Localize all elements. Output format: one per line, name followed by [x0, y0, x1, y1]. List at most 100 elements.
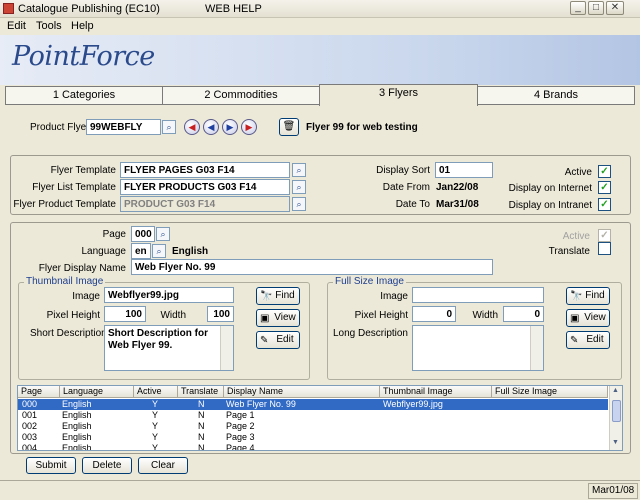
clear-button[interactable]: Clear [138, 457, 188, 474]
flyer-display-name-label: Flyer Display Name [38, 263, 126, 274]
column-header-language[interactable]: Language [60, 386, 134, 398]
full-edit-button[interactable]: ✎ Edit [566, 331, 610, 349]
table-row[interactable]: 002 English Y N Page 2 [18, 421, 608, 432]
product-flyer-input[interactable]: 99WEBFLY [86, 119, 161, 135]
page-input[interactable]: 000 [131, 226, 155, 242]
date-to-value[interactable]: Mar31/08 [436, 199, 479, 210]
thumb-height-input[interactable]: 100 [104, 306, 146, 322]
last-record-icon[interactable]: ▶ [241, 119, 257, 135]
search-icon[interactable]: ⌕ [292, 197, 306, 211]
column-header-translate[interactable]: Translate [178, 386, 224, 398]
short-description-textarea[interactable]: Short Description for Web Flyer 99. [104, 325, 234, 371]
flyer-display-name-input[interactable]: Web Flyer No. 99 [131, 259, 493, 275]
long-description-label: Long Description [332, 328, 408, 339]
flyer-description: Flyer 99 for web testing [306, 122, 418, 133]
scroll-down-icon[interactable]: ▼ [612, 439, 619, 446]
full-width-label: Width [472, 310, 498, 321]
tab-commodities[interactable]: 2 Commodities [162, 86, 320, 105]
thumb-view-button[interactable]: ▣ View [256, 309, 300, 327]
flyer-product-template-label: Flyer Product Template [13, 199, 116, 210]
display-internet-label: Display on Internet [508, 183, 592, 194]
translate-label: Translate [548, 246, 590, 257]
scroll-up-icon[interactable]: ▲ [612, 387, 619, 394]
product-flyer-label: Product Flyer [30, 122, 90, 133]
thumb-width-label: Width [160, 310, 186, 321]
menu-bar: Edit Tools Help [0, 18, 640, 35]
column-header-full-size-image[interactable]: Full Size Image [492, 386, 608, 398]
grid-scrollbar[interactable]: ▲ ▼ [609, 386, 622, 450]
search-icon[interactable]: ⌕ [292, 180, 306, 194]
menu-edit[interactable]: Edit [7, 20, 26, 32]
scroll-thumb[interactable] [612, 400, 621, 422]
language-name: English [172, 246, 209, 257]
flyer-template-input[interactable]: FLYER PAGES G03 F14 [120, 162, 290, 178]
long-description-textarea[interactable] [412, 325, 544, 371]
search-icon[interactable]: ⌕ [162, 120, 176, 134]
thumb-find-button[interactable]: 🔭 Find [256, 287, 300, 305]
thumb-edit-button[interactable]: ✎ Edit [256, 331, 300, 349]
binoculars-icon: 🔭 [570, 291, 583, 302]
minimize-button[interactable]: _ [570, 1, 586, 15]
search-icon[interactable]: ⌕ [156, 227, 170, 241]
search-icon[interactable]: ⌕ [292, 163, 306, 177]
flyer-list-template-input[interactable]: FLYER PRODUCTS G03 F14 [120, 179, 290, 195]
description-scrollbar[interactable] [220, 326, 233, 370]
page-label: Page [102, 229, 126, 240]
banner: PointForce [0, 35, 640, 85]
pointforce-logo: PointForce [12, 41, 155, 72]
column-header-active[interactable]: Active [134, 386, 178, 398]
maximize-button[interactable]: □ [588, 1, 604, 15]
translate-checkbox[interactable] [598, 242, 611, 255]
thumb-image-input[interactable]: Webflyer99.jpg [104, 287, 234, 303]
full-image-input[interactable] [412, 287, 544, 303]
close-button[interactable]: ✕ [606, 1, 624, 15]
date-from-value[interactable]: Jan22/08 [436, 182, 478, 193]
full-find-button[interactable]: 🔭 Find [566, 287, 610, 305]
language-label: Language [81, 246, 127, 257]
window-subtitle: WEB HELP [205, 3, 262, 15]
date-from-label: Date From [382, 182, 430, 193]
column-header-thumbnail-image[interactable]: Thumbnail Image [380, 386, 492, 398]
tab-flyers[interactable]: 3 Flyers [319, 84, 478, 106]
date-to-label: Date To [395, 199, 430, 210]
submit-button[interactable]: Submit [26, 457, 76, 474]
flyer-list-template-label: Flyer List Template [32, 182, 116, 193]
full-height-input[interactable]: 0 [412, 306, 456, 322]
thumb-width-input[interactable]: 100 [207, 306, 234, 322]
short-description-label: Short Description [30, 328, 107, 339]
full-size-image-title: Full Size Image [333, 276, 406, 287]
picture-icon: ▣ [260, 313, 270, 324]
active-checkbox[interactable]: ✓ [598, 165, 611, 178]
edit-icon: ✎ [260, 335, 269, 346]
active-label: Active [564, 167, 592, 178]
pages-grid: Page Language Active Translate Display N… [17, 385, 623, 451]
page-active-checkbox: ✓ [598, 229, 611, 242]
flyer-template-label: Flyer Template [50, 165, 116, 176]
first-record-icon[interactable]: ◀ [184, 119, 200, 135]
display-internet-checkbox[interactable]: ✓ [598, 181, 611, 194]
table-row[interactable]: 004 English Y N Page 4 [18, 443, 608, 450]
trash-icon[interactable]: 🗑 [279, 118, 299, 136]
display-intranet-checkbox[interactable]: ✓ [598, 198, 611, 211]
menu-help[interactable]: Help [71, 20, 94, 32]
search-icon[interactable]: ⌕ [152, 244, 166, 258]
thumb-image-label: Image [72, 291, 100, 302]
full-view-button[interactable]: ▣ View [566, 309, 610, 327]
column-header-display-name[interactable]: Display Name [224, 386, 380, 398]
app-icon [3, 3, 14, 14]
tab-brands[interactable]: 4 Brands [477, 86, 635, 105]
full-width-input[interactable]: 0 [503, 306, 544, 322]
tab-categories[interactable]: 1 Categories [5, 86, 163, 105]
table-row[interactable]: 003 English Y N Page 3 [18, 432, 608, 443]
menu-tools[interactable]: Tools [36, 20, 62, 32]
column-header-page[interactable]: Page [18, 386, 60, 398]
delete-button[interactable]: Delete [82, 457, 132, 474]
display-sort-input[interactable]: 01 [435, 162, 493, 178]
description-scrollbar[interactable] [530, 326, 543, 370]
table-row[interactable]: 000 English Y N Web Flyer No. 99 Webflyer99.j… [18, 399, 608, 410]
next-record-icon[interactable]: ▶ [222, 119, 238, 135]
language-input[interactable]: en [131, 243, 151, 259]
status-bar: Mar01/08 [0, 480, 640, 500]
previous-record-icon[interactable]: ◀ [203, 119, 219, 135]
table-row[interactable]: 001 English Y N Page 1 [18, 410, 608, 421]
